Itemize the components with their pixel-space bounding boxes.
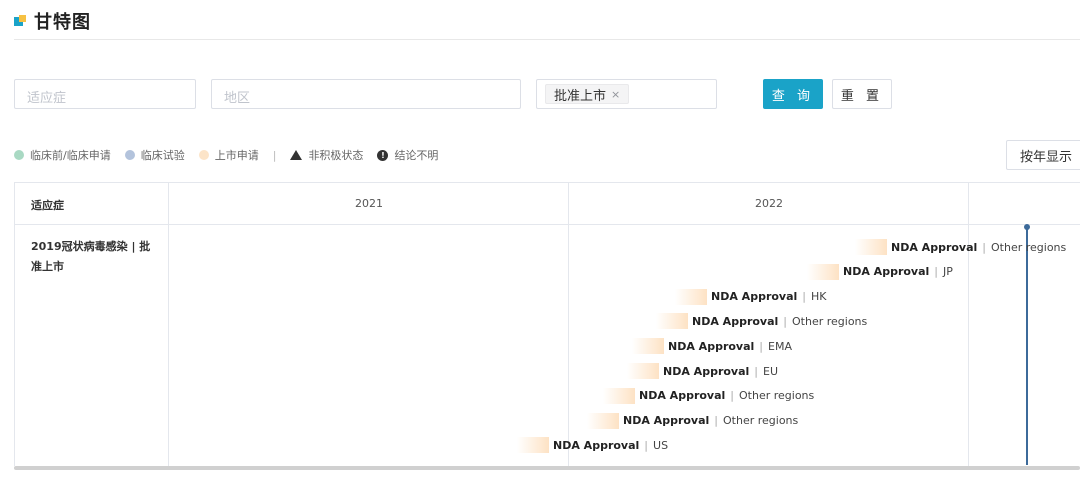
exclamation-icon: ! xyxy=(377,149,389,161)
gantt-bar[interactable]: NDA Approval | JP xyxy=(807,263,953,280)
bar-fill xyxy=(627,363,659,379)
bar-fill xyxy=(632,338,664,355)
bar-region-label: Other regions xyxy=(792,314,868,328)
bar-phase-label: NDA Approval xyxy=(553,438,640,452)
query-button[interactable]: 查 询 xyxy=(763,79,823,109)
bar-fill xyxy=(517,437,549,454)
title-divider xyxy=(14,39,1080,40)
bar-separator: | xyxy=(783,314,788,328)
region-select[interactable]: 地区 xyxy=(211,79,521,109)
status-tag: 批准上市 × xyxy=(545,84,630,104)
gantt-bar[interactable]: NDA Approval | Other regions xyxy=(587,412,799,429)
legend-item-clinical: 临床试验 xyxy=(124,147,185,163)
title-square-icon xyxy=(14,15,26,27)
legend-item-unclear: ! 结论不明 xyxy=(377,147,438,163)
legend: 临床前/临床申请 临床试验 上市申请 | 非积极状态 ! 结论不明 xyxy=(14,147,452,163)
year-label-2022: 2022 xyxy=(755,197,783,210)
gantt-bar[interactable]: NDA Approval | EMA xyxy=(632,338,792,355)
gantt-bar[interactable]: NDA Approval | Other regions xyxy=(855,239,1066,255)
reset-button[interactable]: 重 置 xyxy=(832,79,892,109)
grid-line xyxy=(568,183,569,466)
gantt-header: 适应症 2021 2022 xyxy=(15,183,1080,225)
status-tag-label: 批准上市 xyxy=(554,88,607,104)
gantt-bar[interactable]: NDA Approval | EU xyxy=(627,363,778,379)
bar-separator: | xyxy=(714,414,719,428)
green-dot-icon xyxy=(14,150,24,160)
legend-item-inactive: 非积极状态 xyxy=(290,147,363,163)
bar-phase-label: NDA Approval xyxy=(843,265,930,279)
close-icon[interactable]: × xyxy=(611,88,620,101)
bar-fill xyxy=(675,288,707,305)
bar-separator: | xyxy=(802,290,807,304)
bar-region-label: HK xyxy=(811,290,827,304)
page-title: 甘特图 xyxy=(34,12,91,33)
peach-dot-icon xyxy=(198,150,209,160)
legend-item-filing: 上市申请 xyxy=(198,147,259,163)
bar-separator: | xyxy=(934,265,939,279)
indication-select[interactable]: 适应症 xyxy=(14,79,196,109)
bar-phase-label: NDA Approval xyxy=(711,290,798,304)
bar-phase-label: NDA Approval xyxy=(639,389,726,403)
indication-column-header: 适应症 xyxy=(31,199,64,212)
bar-region-label: Other regions xyxy=(723,414,799,428)
bar-fill xyxy=(855,239,887,255)
bar-region-label: US xyxy=(653,438,669,452)
bar-separator: | xyxy=(982,240,987,254)
today-line xyxy=(1026,225,1028,465)
bar-fill xyxy=(587,412,619,429)
bar-separator: | xyxy=(730,389,735,403)
bar-phase-label: NDA Approval xyxy=(668,339,755,353)
row-label: 2019冠状病毒感染 | 批准上市 xyxy=(31,240,151,273)
region-placeholder: 地区 xyxy=(224,91,251,106)
gantt-bar[interactable]: NDA Approval | Other regions xyxy=(656,313,868,330)
bar-region-label: Other regions xyxy=(991,240,1067,254)
legend-separator: | xyxy=(272,148,277,162)
bar-phase-label: NDA Approval xyxy=(891,240,978,254)
bar-fill xyxy=(807,263,839,280)
bar-separator: | xyxy=(754,364,759,378)
indication-placeholder: 适应症 xyxy=(27,91,67,106)
triangle-icon xyxy=(290,150,303,160)
bar-region-label: EMA xyxy=(768,339,792,353)
bar-fill xyxy=(656,313,688,330)
legend-item-preclinical: 临床前/临床申请 xyxy=(14,147,111,163)
status-select[interactable]: 批准上市 × xyxy=(536,79,717,109)
view-mode-button[interactable]: 按年显示 xyxy=(1006,140,1080,170)
gantt-bar[interactable]: NDA Approval | US xyxy=(517,437,669,454)
bar-separator: | xyxy=(644,438,649,452)
bar-region-label: JP xyxy=(943,265,953,279)
horizontal-scrollbar[interactable] xyxy=(14,466,1080,470)
bar-phase-label: NDA Approval xyxy=(663,364,750,378)
bar-region-label: EU xyxy=(763,364,779,378)
grid-line xyxy=(968,183,969,466)
page-header: 甘特图 xyxy=(14,8,91,34)
bar-region-label: Other regions xyxy=(739,389,815,403)
bar-phase-label: NDA Approval xyxy=(692,314,779,328)
grid-line xyxy=(168,183,169,466)
bar-fill xyxy=(603,387,635,404)
gantt-bar[interactable]: NDA Approval | HK xyxy=(675,288,827,305)
gantt-bar[interactable]: NDA Approval | Other regions xyxy=(603,387,815,404)
bar-phase-label: NDA Approval xyxy=(623,414,710,428)
gantt-chart: 适应症 2021 2022 2019冠状病毒感染 | 批准上市 NDA Appr… xyxy=(14,182,1080,466)
bar-separator: | xyxy=(759,339,764,353)
year-label-2021: 2021 xyxy=(355,197,383,210)
blue-dot-icon xyxy=(124,150,135,160)
